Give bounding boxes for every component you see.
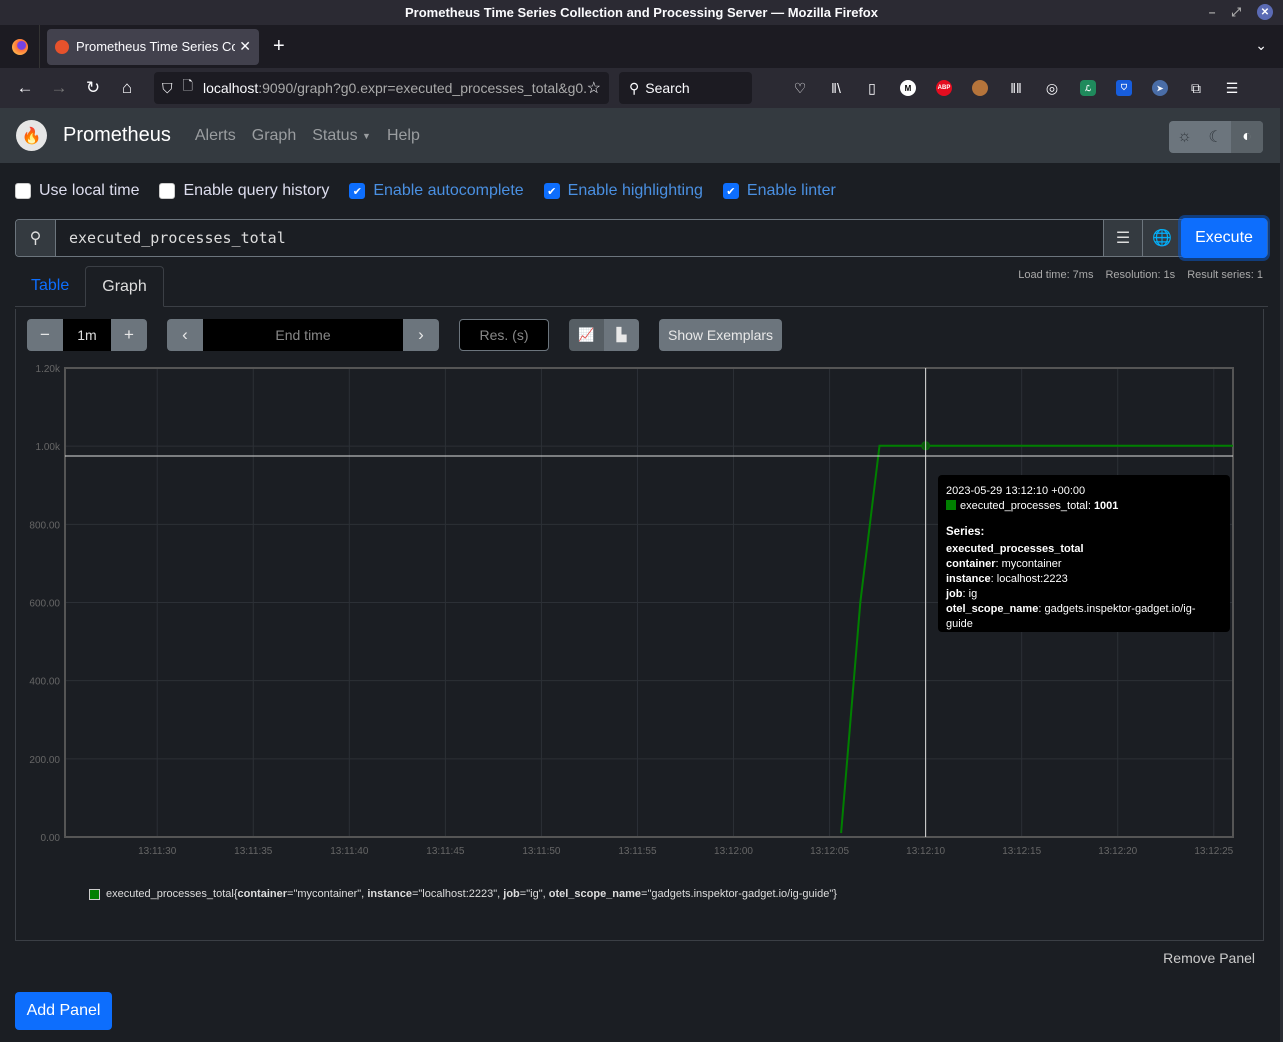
x-tick-label: 13:12:10 bbox=[906, 846, 945, 857]
tooltip-label-row: job: ig bbox=[946, 588, 978, 600]
x-tick-label: 13:12:05 bbox=[810, 846, 849, 857]
tooltip-label-row: instance: localhost:2223 bbox=[946, 573, 1068, 585]
tooltip-value: 1001 bbox=[1093, 500, 1119, 512]
y-tick-label: 400.00 bbox=[29, 677, 60, 688]
tooltip-series-name: executed_processes_total bbox=[946, 543, 1084, 555]
y-tick-label: 0.00 bbox=[41, 833, 61, 844]
legend-color-swatch bbox=[89, 888, 100, 900]
series-color-swatch bbox=[946, 500, 956, 510]
tooltip-series-heading: Series: bbox=[946, 526, 985, 538]
y-tick-label: 200.00 bbox=[29, 755, 60, 766]
x-tick-label: 13:11:35 bbox=[234, 846, 273, 857]
x-tick-label: 13:11:50 bbox=[522, 846, 561, 857]
label-value: localhost:2223 bbox=[996, 573, 1068, 585]
tooltip-time: 2023-05-29 13:12:10 +00:00 bbox=[946, 485, 1086, 497]
label-key: otel_scope_name bbox=[946, 603, 1039, 615]
remove-panel-link[interactable]: Remove Panel bbox=[1163, 950, 1255, 966]
x-tick-label: 13:11:55 bbox=[618, 846, 657, 857]
label-key: job bbox=[946, 588, 963, 600]
label-value: mycontainer bbox=[1001, 558, 1062, 570]
y-tick-label: 1.00k bbox=[36, 442, 61, 453]
x-tick-label: 13:11:30 bbox=[138, 846, 177, 857]
label-key: instance bbox=[946, 573, 991, 585]
legend-text: executed_processes_total{container="myco… bbox=[106, 888, 837, 900]
y-tick-label: 600.00 bbox=[29, 599, 60, 610]
x-tick-label: 13:11:45 bbox=[426, 846, 465, 857]
tooltip-label-row: container: mycontainer bbox=[946, 558, 1062, 570]
tooltip-value-row: executed_processes_total: 1001 bbox=[946, 499, 1222, 514]
tooltip-label-row: otel_scope_name: gadgets.inspektor-gadge… bbox=[946, 603, 1196, 630]
add-panel-button[interactable]: Add Panel bbox=[15, 992, 112, 1030]
legend-item[interactable]: executed_processes_total{container="myco… bbox=[89, 888, 837, 900]
x-tick-label: 13:12:00 bbox=[714, 846, 753, 857]
x-tick-label: 13:11:40 bbox=[330, 846, 369, 857]
tooltip-metric: executed_processes_total bbox=[960, 500, 1088, 512]
label-key: container bbox=[946, 558, 996, 570]
x-tick-label: 13:12:15 bbox=[1002, 846, 1041, 857]
y-tick-label: 800.00 bbox=[29, 520, 60, 531]
graph-tooltip: 2023-05-29 13:12:10 +00:00 executed_proc… bbox=[938, 475, 1230, 632]
x-tick-label: 13:12:20 bbox=[1098, 846, 1137, 857]
x-tick-label: 13:12:25 bbox=[1194, 846, 1233, 857]
y-tick-label: 1.20k bbox=[36, 364, 61, 375]
label-value: ig bbox=[968, 588, 978, 600]
